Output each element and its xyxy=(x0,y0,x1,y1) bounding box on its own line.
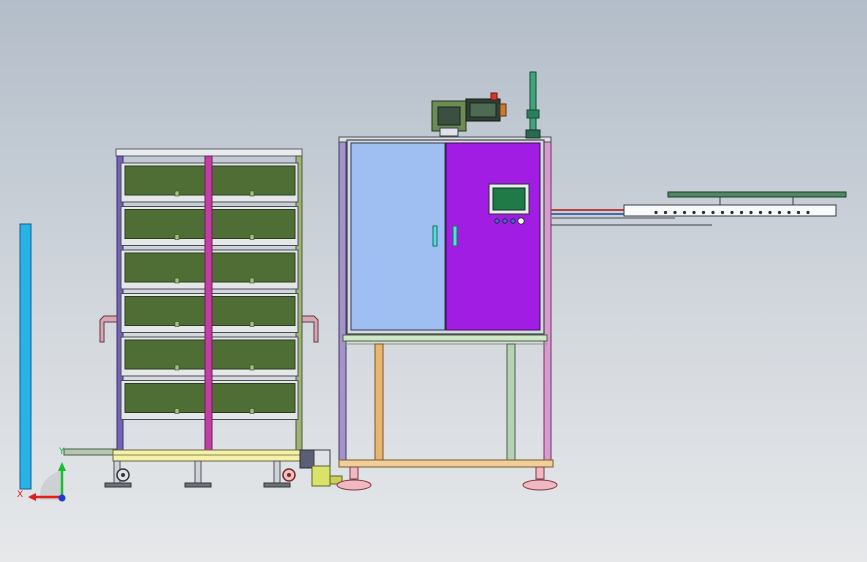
rail-bolt xyxy=(654,210,658,215)
cabinet-right-door[interactable] xyxy=(445,142,541,331)
tray-tab xyxy=(249,277,255,284)
rail-bolt xyxy=(730,210,734,215)
hmi-button[interactable] xyxy=(502,218,508,224)
cyan-post[interactable] xyxy=(19,223,32,490)
rail-bolt xyxy=(701,210,706,215)
leveling-foot-icon xyxy=(184,482,212,488)
cabinet-inner-leg xyxy=(374,343,384,462)
tray-tab xyxy=(174,234,180,240)
left-door-handle[interactable] xyxy=(432,225,438,247)
cabinet-shelf xyxy=(342,334,548,342)
rail-bolt xyxy=(777,210,782,215)
tray-tab xyxy=(174,190,180,197)
rack-center-upright xyxy=(204,155,213,455)
drive-block[interactable] xyxy=(299,449,343,487)
rail-bolt xyxy=(673,210,677,215)
signal-tower-icon[interactable] xyxy=(525,71,541,139)
rail-bolt xyxy=(787,210,791,215)
rail-bolt xyxy=(806,210,810,215)
rail-body xyxy=(623,204,837,217)
rail-bolt xyxy=(682,210,687,215)
leveling-foot-icon xyxy=(522,466,558,491)
rack-right-hook xyxy=(301,315,319,343)
triad-y-label: Y xyxy=(58,447,65,457)
tray-tab xyxy=(174,277,180,284)
tray-tab xyxy=(174,408,180,414)
servo-motor-icon[interactable] xyxy=(431,92,507,137)
rail-bolt xyxy=(692,210,696,215)
hmi-button[interactable] xyxy=(517,217,525,225)
rail-bolt xyxy=(758,210,763,215)
caster-wheel-icon xyxy=(282,468,296,482)
cabinet-left-door[interactable] xyxy=(350,142,446,331)
rail-bolt xyxy=(796,210,801,215)
tray-tab xyxy=(249,408,255,414)
hmi-button[interactable] xyxy=(510,218,516,224)
rail-bolt xyxy=(749,210,753,215)
cad-scene[interactable]: X Y xyxy=(0,0,867,562)
rack-top-beam xyxy=(115,148,303,157)
leveling-foot-icon xyxy=(263,482,291,488)
tray-tab xyxy=(174,321,180,327)
rail-bolt xyxy=(663,210,668,215)
rail-bolt xyxy=(739,210,744,215)
cabinet-right-post xyxy=(543,140,552,462)
rail-bolt xyxy=(720,210,725,215)
tray-tab xyxy=(249,190,255,197)
triad-x-label: X xyxy=(17,490,23,500)
cabinet-bottom-bar xyxy=(338,459,554,468)
leveling-foot-icon xyxy=(104,482,132,488)
rack-left-hook xyxy=(99,315,118,343)
tray-tab xyxy=(174,364,180,371)
right-door-handle[interactable] xyxy=(452,225,458,247)
rail-top-beam xyxy=(667,191,847,198)
conveyor-rail[interactable] xyxy=(623,191,847,217)
hmi-button[interactable] xyxy=(494,218,500,224)
cabinet-left-post xyxy=(338,140,347,462)
control-cabinet[interactable] xyxy=(336,136,558,491)
tray-tab xyxy=(249,364,255,371)
hmi-screen[interactable] xyxy=(492,187,526,211)
rack-leg xyxy=(273,460,281,484)
rack-base-extension xyxy=(63,448,117,456)
tray-tab xyxy=(249,234,255,240)
tray-tab xyxy=(249,321,255,327)
rail-bolt xyxy=(768,210,772,215)
rack-leg xyxy=(194,460,202,484)
rack-assembly[interactable] xyxy=(63,148,319,488)
cabinet-inner-leg xyxy=(506,343,516,462)
rail-bolt xyxy=(711,210,715,215)
hmi-panel-icon[interactable] xyxy=(488,183,530,215)
caster-wheel-icon xyxy=(116,468,130,482)
